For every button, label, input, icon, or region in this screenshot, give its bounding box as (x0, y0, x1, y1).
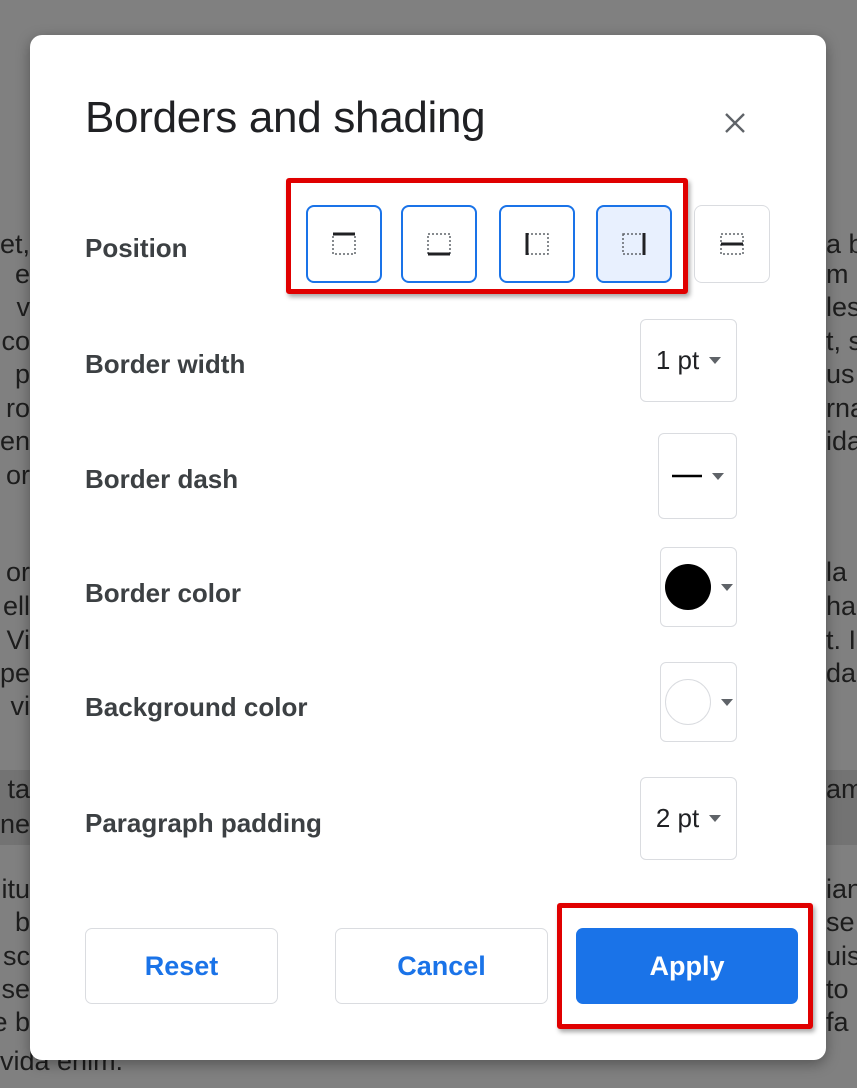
paragraph-padding-label: Paragraph padding (85, 808, 322, 838)
background-color-swatch (664, 679, 711, 725)
border-between-icon (720, 233, 744, 255)
chevron-down-icon (720, 698, 733, 706)
cancel-button[interactable]: Cancel (335, 928, 548, 1004)
paragraph-padding-dropdown[interactable]: 2 pt (640, 777, 737, 860)
position-between-border-button[interactable] (694, 205, 770, 283)
reset-button[interactable]: Reset (85, 928, 278, 1004)
apply-highlight-box (557, 903, 813, 1029)
position-label: Position (85, 233, 188, 263)
chevron-down-icon (709, 815, 722, 822)
background-color-label: Background color (85, 692, 308, 722)
border-color-label: Border color (85, 578, 242, 608)
borders-and-shading-dialog: Borders and shading Position Border widt… (30, 35, 826, 1060)
border-width-dropdown[interactable]: 1 pt (640, 319, 737, 402)
chevron-down-icon (711, 472, 724, 480)
border-color-dropdown[interactable] (660, 547, 737, 627)
border-width-value: 1 pt (655, 345, 700, 375)
paragraph-padding-value: 2 pt (655, 803, 700, 833)
close-icon (725, 113, 745, 133)
border-dash-label: Border dash (85, 464, 239, 494)
position-highlight-box (286, 178, 688, 294)
solid-line-icon (671, 474, 702, 478)
chevron-down-icon (720, 583, 733, 591)
background-color-dropdown[interactable] (660, 662, 737, 742)
border-width-label: Border width (85, 349, 246, 379)
border-color-swatch (664, 564, 711, 610)
dialog-title: Borders and shading (85, 93, 486, 142)
border-dash-dropdown[interactable] (658, 433, 737, 519)
chevron-down-icon (709, 357, 722, 364)
close-button[interactable] (713, 101, 757, 145)
